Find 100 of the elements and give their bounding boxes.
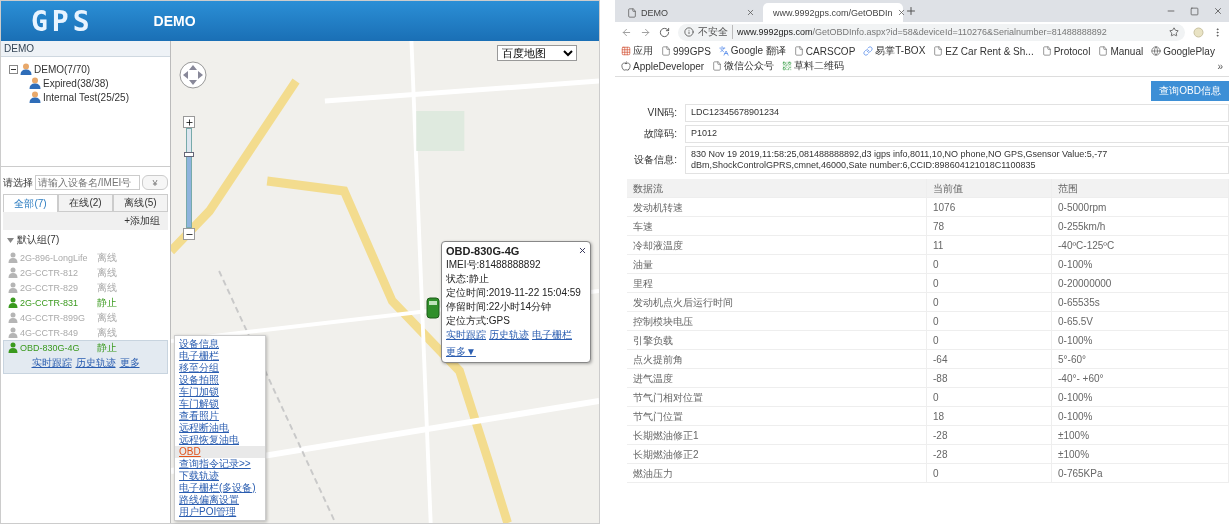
device-status: 静止 — [97, 295, 117, 310]
filter-tab[interactable]: 离线(5) — [113, 194, 168, 212]
table-cell: ±100% — [1052, 445, 1229, 464]
pan-control-icon[interactable] — [179, 61, 207, 89]
bookmark[interactable]: 易掌T-BOX — [863, 44, 926, 58]
table-cell: 78 — [927, 217, 1052, 236]
filter-tab[interactable]: 全部(7) — [3, 194, 58, 212]
menu-item[interactable]: 设备信息 — [175, 338, 265, 350]
bookmark[interactable]: Manual — [1098, 45, 1144, 57]
security-label: 不安全 — [698, 25, 733, 39]
bookmark[interactable]: 应用 — [621, 44, 653, 58]
filter-button[interactable]: ¥ — [142, 175, 168, 190]
star-icon[interactable] — [1169, 27, 1179, 37]
tree-item[interactable]: Expired(38/38) — [43, 77, 109, 89]
table-cell: 0-100% — [1052, 331, 1229, 350]
zoom-thumb[interactable] — [184, 151, 194, 157]
device-link[interactable]: 实时跟踪 — [31, 356, 72, 370]
tree-item[interactable]: DEMO(7/70) — [34, 63, 91, 75]
table-cell: 发动机转速 — [627, 198, 927, 217]
device-link[interactable]: 历史轨迹 — [75, 356, 116, 370]
group-label[interactable]: 默认组(7) — [17, 233, 60, 247]
more-bookmarks[interactable]: » — [1217, 60, 1223, 72]
menu-item[interactable]: 查看照片 — [175, 410, 265, 422]
menu-item[interactable]: 用户POI管理 — [175, 506, 265, 518]
field-label: 故障码: — [643, 127, 677, 141]
table-cell: 0-255km/h — [1052, 217, 1229, 236]
popup-link[interactable]: 更多▼ — [446, 345, 476, 359]
page-icon — [1098, 46, 1109, 56]
popup-link[interactable]: 实时跟踪 — [446, 328, 486, 342]
menu-item[interactable]: 电子栅栏 — [175, 350, 265, 362]
popup-detail: 状态:静止 — [446, 272, 489, 285]
forward-icon[interactable] — [640, 26, 651, 38]
table-cell: 冷却液温度 — [627, 236, 927, 255]
table-cell: 点火提前角 — [627, 350, 927, 369]
menu-item[interactable]: 查询指令记录>> — [175, 458, 265, 470]
tree-item[interactable]: Internal Test(25/25) — [43, 91, 129, 103]
table-cell: -28 — [927, 426, 1052, 445]
new-tab-icon[interactable] — [905, 5, 917, 17]
table-cell: 节气门位置 — [627, 407, 927, 426]
popup-link[interactable]: 电子栅栏 — [532, 328, 572, 342]
back-icon[interactable] — [621, 26, 632, 38]
collapse-icon[interactable] — [9, 64, 18, 74]
table-cell: 燃油压力 — [627, 464, 927, 483]
app-title: DEMO — [153, 13, 196, 29]
table-cell: 0-765KPa — [1052, 464, 1229, 483]
browser-tab[interactable]: DEMO — [621, 3, 761, 22]
device-link[interactable]: 更多 — [119, 356, 140, 370]
menu-item[interactable]: 移至分组 — [175, 362, 265, 374]
bookmark[interactable]: Protocol — [1041, 45, 1091, 57]
person-icon — [8, 297, 18, 308]
zoom-slider[interactable] — [186, 128, 192, 228]
menu-item[interactable]: 远程恢复油电 — [175, 434, 265, 446]
page-icon — [793, 46, 804, 56]
bookmark[interactable]: 999GPS — [661, 45, 711, 57]
apple-icon — [621, 61, 631, 71]
bookmark[interactable]: Google 翻译 — [718, 44, 786, 58]
add-group-link[interactable]: +添加组 — [124, 214, 160, 228]
browser-tab[interactable]: www.9992gps.com/GetOBDIn — [763, 3, 903, 22]
device-status: 离线 — [97, 310, 117, 325]
table-cell: -88 — [927, 369, 1052, 388]
zoom-in-button[interactable] — [183, 116, 195, 128]
device-item[interactable]: 2G-CCTR-831 静止 — [3, 295, 168, 310]
maximize-icon[interactable] — [1190, 6, 1199, 16]
bookmark[interactable]: AppleDeveloper — [621, 60, 705, 72]
reload-icon[interactable] — [659, 26, 670, 38]
column-header: 数据流 — [627, 179, 927, 198]
menu-item[interactable]: 远程断油电 — [175, 422, 265, 434]
menu-item[interactable]: 路线偏离设置 — [175, 494, 265, 506]
page-icon — [1041, 46, 1052, 56]
table-cell: 里程 — [627, 274, 927, 293]
table-cell: 5°-60° — [1052, 350, 1229, 369]
menu-item[interactable]: 电子栅栏(多设备) — [175, 482, 265, 494]
close-icon[interactable] — [577, 245, 587, 255]
bookmark[interactable]: 草料二维码 — [782, 59, 845, 73]
address-bar[interactable]: 不安全 www.9992gps.com/GetOBDInfo.aspx?id=58&deviceId=110276&Serialnumber=81488888892 — [678, 23, 1185, 41]
table-cell: 节气门相对位置 — [627, 388, 927, 407]
zoom-out-button[interactable] — [183, 228, 195, 240]
menu-item[interactable]: 下载轨迹 — [175, 470, 265, 482]
menu-item[interactable]: 设备拍照 — [175, 374, 265, 386]
column-header: 范围 — [1052, 179, 1229, 198]
bookmark[interactable]: EZ Car Rent & Sh... — [933, 45, 1034, 57]
table-cell: 0-100% — [1052, 388, 1229, 407]
popup-detail: 停留时间:22小时14分钟 — [446, 300, 552, 313]
device-item[interactable]: OBD-830G-4G 静止 实时跟踪 历史轨迹 更多 — [3, 340, 168, 374]
info-field: P1012 — [685, 125, 1229, 143]
bookmark[interactable]: CARSCOP — [793, 45, 856, 57]
person-icon — [8, 312, 18, 323]
info-field: 830 Nov 19 2019,11:58:25,081488888892,d3 igps info,8011,10,NO phone,NO GPS,Gsensor Value:5,-77 dBm,ShockControlGPRS,cmnet,46000,Sate number:6,CCID:898604121018C1100835 — [685, 146, 1229, 174]
menu-item[interactable]: 车门解锁 — [175, 398, 265, 410]
filter-label: 请选择 — [3, 175, 33, 190]
close-icon[interactable] — [896, 8, 906, 17]
menu-item[interactable]: 车门加锁 — [175, 386, 265, 398]
caret-icon[interactable] — [7, 236, 14, 244]
table-cell: 11 — [927, 236, 1052, 255]
bookmark[interactable]: 微信公众号 — [712, 59, 775, 73]
search-field[interactable]: 请输入设备名/IMEI号 — [35, 175, 140, 190]
filter-tab[interactable]: 在线(2) — [58, 194, 113, 212]
map-type-select[interactable]: 百度地图 — [497, 45, 577, 61]
bookmark[interactable]: GooglePlay — [1151, 45, 1215, 57]
popup-link[interactable]: 历史轨迹 — [489, 328, 529, 342]
